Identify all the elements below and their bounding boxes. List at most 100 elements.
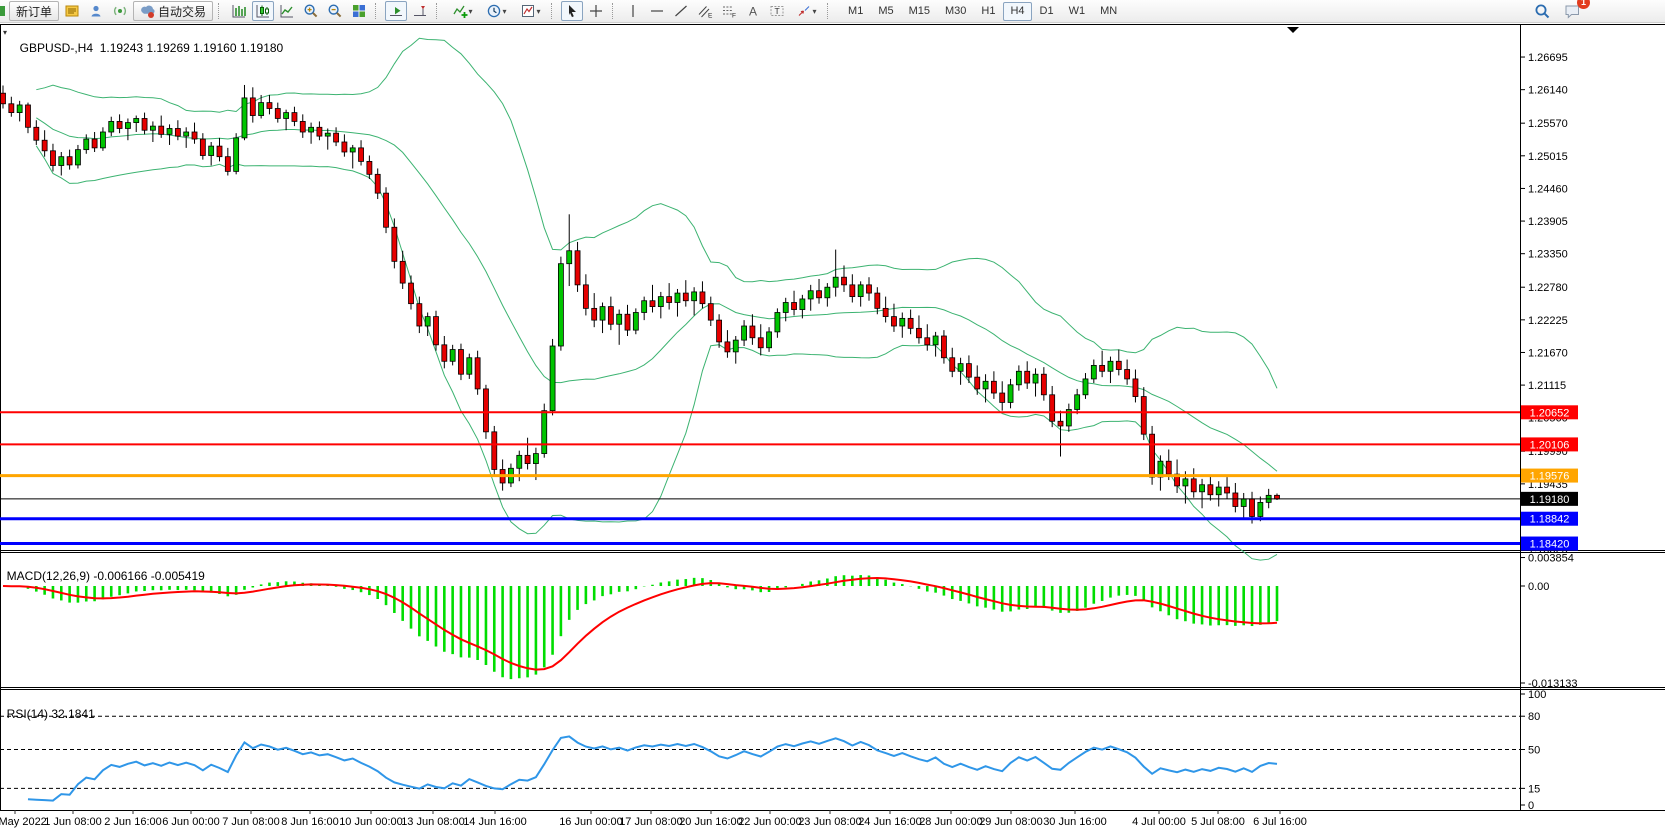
- time-tick-label: 24 Jun 16:00: [858, 816, 922, 828]
- time-tick-label: 7 Jun 08:00: [222, 816, 280, 828]
- candlestick-chart-icon[interactable]: [252, 1, 274, 21]
- notifications-icon[interactable]: 1: [1561, 1, 1583, 21]
- bollinger-middle-band: [36, 118, 1277, 472]
- time-tick-label: 20 Jun 16:00: [679, 816, 743, 828]
- dropdown-caret-icon: ▾: [503, 7, 507, 16]
- dropdown-caret-icon: ▾: [813, 7, 817, 16]
- rsi-tick-label: 15: [1528, 783, 1540, 795]
- price-badge-label: 1.20652: [1530, 407, 1570, 419]
- time-tick-label: 6 Jun 00:00: [162, 816, 220, 828]
- templates-icon[interactable]: ▾: [514, 1, 546, 21]
- rsi-tick-label: 100: [1528, 689, 1546, 701]
- autotrading-label: 自动交易: [158, 3, 206, 20]
- separator: [612, 3, 617, 19]
- bollinger-upper-band: [36, 38, 1277, 388]
- fibonacci-icon[interactable]: F: [718, 1, 740, 21]
- chart-area[interactable]: 1.266951.261401.255701.250151.244601.239…: [0, 22, 1665, 830]
- timeframe-group: M1M5M15M30H1H4D1W1MN: [841, 2, 1124, 21]
- chart-shift-marker: [1287, 27, 1299, 33]
- timeframe-m1[interactable]: M1: [841, 2, 870, 21]
- zoom-out-icon[interactable]: [324, 1, 346, 21]
- arrows-tool-icon[interactable]: ▾: [790, 1, 822, 21]
- crosshair-icon[interactable]: [585, 1, 607, 21]
- time-tick-label: 22 Jun 00:00: [738, 816, 802, 828]
- separator: [827, 3, 832, 19]
- auto-scroll-icon[interactable]: [385, 1, 407, 21]
- horizontal-line-icon[interactable]: [646, 1, 668, 21]
- search-icon[interactable]: [1531, 1, 1553, 21]
- separator: [375, 3, 380, 19]
- text-tool-icon[interactable]: A: [742, 1, 764, 21]
- time-tick-label: 2 Jun 16:00: [104, 816, 162, 828]
- rsi-tick-label: 50: [1528, 745, 1540, 757]
- macd-tick-label: 0.003854: [1528, 553, 1574, 565]
- toolbar: 新订单 自动交易 ▾ ▾: [0, 0, 1665, 23]
- timeframe-m30[interactable]: M30: [938, 2, 973, 21]
- separator: [436, 3, 441, 19]
- rsi-tick-label: 80: [1528, 711, 1540, 723]
- line-chart-icon[interactable]: [276, 1, 298, 21]
- timeframe-m5[interactable]: M5: [871, 2, 900, 21]
- time-tick-label: 28 Jun 00:00: [919, 816, 983, 828]
- svg-text:T: T: [775, 6, 780, 16]
- time-tick-label: 17 Jun 08:00: [619, 816, 683, 828]
- new-order-label: 新订单: [16, 3, 52, 20]
- main-pane: [1, 38, 1280, 560]
- vertical-line-icon[interactable]: [622, 1, 644, 21]
- macd-pane: [3, 575, 1277, 679]
- time-tick-label: 31 May 2022: [0, 816, 47, 828]
- rsi-pane: [0, 716, 1520, 800]
- price-badge-label: 1.19180: [1530, 494, 1570, 506]
- dropdown-caret-icon: ▾: [469, 7, 473, 16]
- autotrading-button[interactable]: 自动交易: [133, 1, 213, 21]
- timeframe-mn[interactable]: MN: [1093, 2, 1124, 21]
- chart-shift-icon[interactable]: [409, 1, 431, 21]
- time-tick-label: 16 Jun 00:00: [559, 816, 623, 828]
- data-window-icon[interactable]: [85, 1, 107, 21]
- price-tick-label: 1.23350: [1528, 249, 1568, 261]
- time-tick-label: 23 Jun 08:00: [798, 816, 862, 828]
- separator: [551, 3, 556, 19]
- periods-icon[interactable]: ▾: [480, 1, 512, 21]
- separator: [218, 3, 223, 19]
- timeframe-h1[interactable]: H1: [974, 2, 1002, 21]
- price-tick-label: 1.26695: [1528, 52, 1568, 64]
- cursor-icon[interactable]: [561, 1, 583, 21]
- rsi-tick-label: 0: [1528, 800, 1534, 812]
- signals-icon[interactable]: [109, 1, 131, 21]
- timeframe-m15[interactable]: M15: [902, 2, 937, 21]
- price-tick-label: 1.24460: [1528, 183, 1568, 195]
- price-tick-label: 1.25570: [1528, 118, 1568, 130]
- price-tick-label: 1.25015: [1528, 151, 1568, 163]
- price-tick-label: 1.23905: [1528, 216, 1568, 228]
- tile-windows-icon[interactable]: [348, 1, 370, 21]
- clipped-chart-icon[interactable]: [0, 4, 5, 18]
- rsi-line: [28, 736, 1277, 800]
- new-order-button[interactable]: 新订单: [9, 1, 59, 21]
- timeframe-h4[interactable]: H4: [1003, 2, 1031, 21]
- market-watch-icon[interactable]: [61, 1, 83, 21]
- text-label-icon[interactable]: T: [766, 1, 788, 21]
- indicators-icon[interactable]: ▾: [446, 1, 478, 21]
- bollinger-lower-band: [36, 146, 1277, 560]
- price-tick-label: 1.22780: [1528, 282, 1568, 294]
- macd-tick-label: 0.00: [1528, 581, 1549, 593]
- equidistant-channel-icon[interactable]: E: [694, 1, 716, 21]
- time-tick-label: 14 Jun 16:00: [463, 816, 527, 828]
- time-tick-label: 30 Jun 16:00: [1043, 816, 1107, 828]
- time-tick-label: 1 Jun 08:00: [44, 816, 102, 828]
- bar-chart-icon[interactable]: [228, 1, 250, 21]
- price-badge-label: 1.19576: [1530, 471, 1570, 483]
- price-badge-label: 1.18842: [1530, 514, 1570, 526]
- zoom-in-icon[interactable]: [300, 1, 322, 21]
- time-tick-label: 4 Jul 00:00: [1132, 816, 1186, 828]
- timeframe-d1[interactable]: D1: [1033, 2, 1061, 21]
- svg-text:F: F: [732, 13, 736, 20]
- price-badge-label: 1.18420: [1530, 539, 1570, 551]
- trendline-icon[interactable]: [670, 1, 692, 21]
- price-tick-label: 1.21115: [1528, 380, 1566, 392]
- timeframe-w1[interactable]: W1: [1062, 2, 1093, 21]
- time-tick-label: 13 Jun 08:00: [401, 816, 465, 828]
- time-tick-label: 8 Jun 16:00: [281, 816, 339, 828]
- time-tick-label: 5 Jul 08:00: [1191, 816, 1245, 828]
